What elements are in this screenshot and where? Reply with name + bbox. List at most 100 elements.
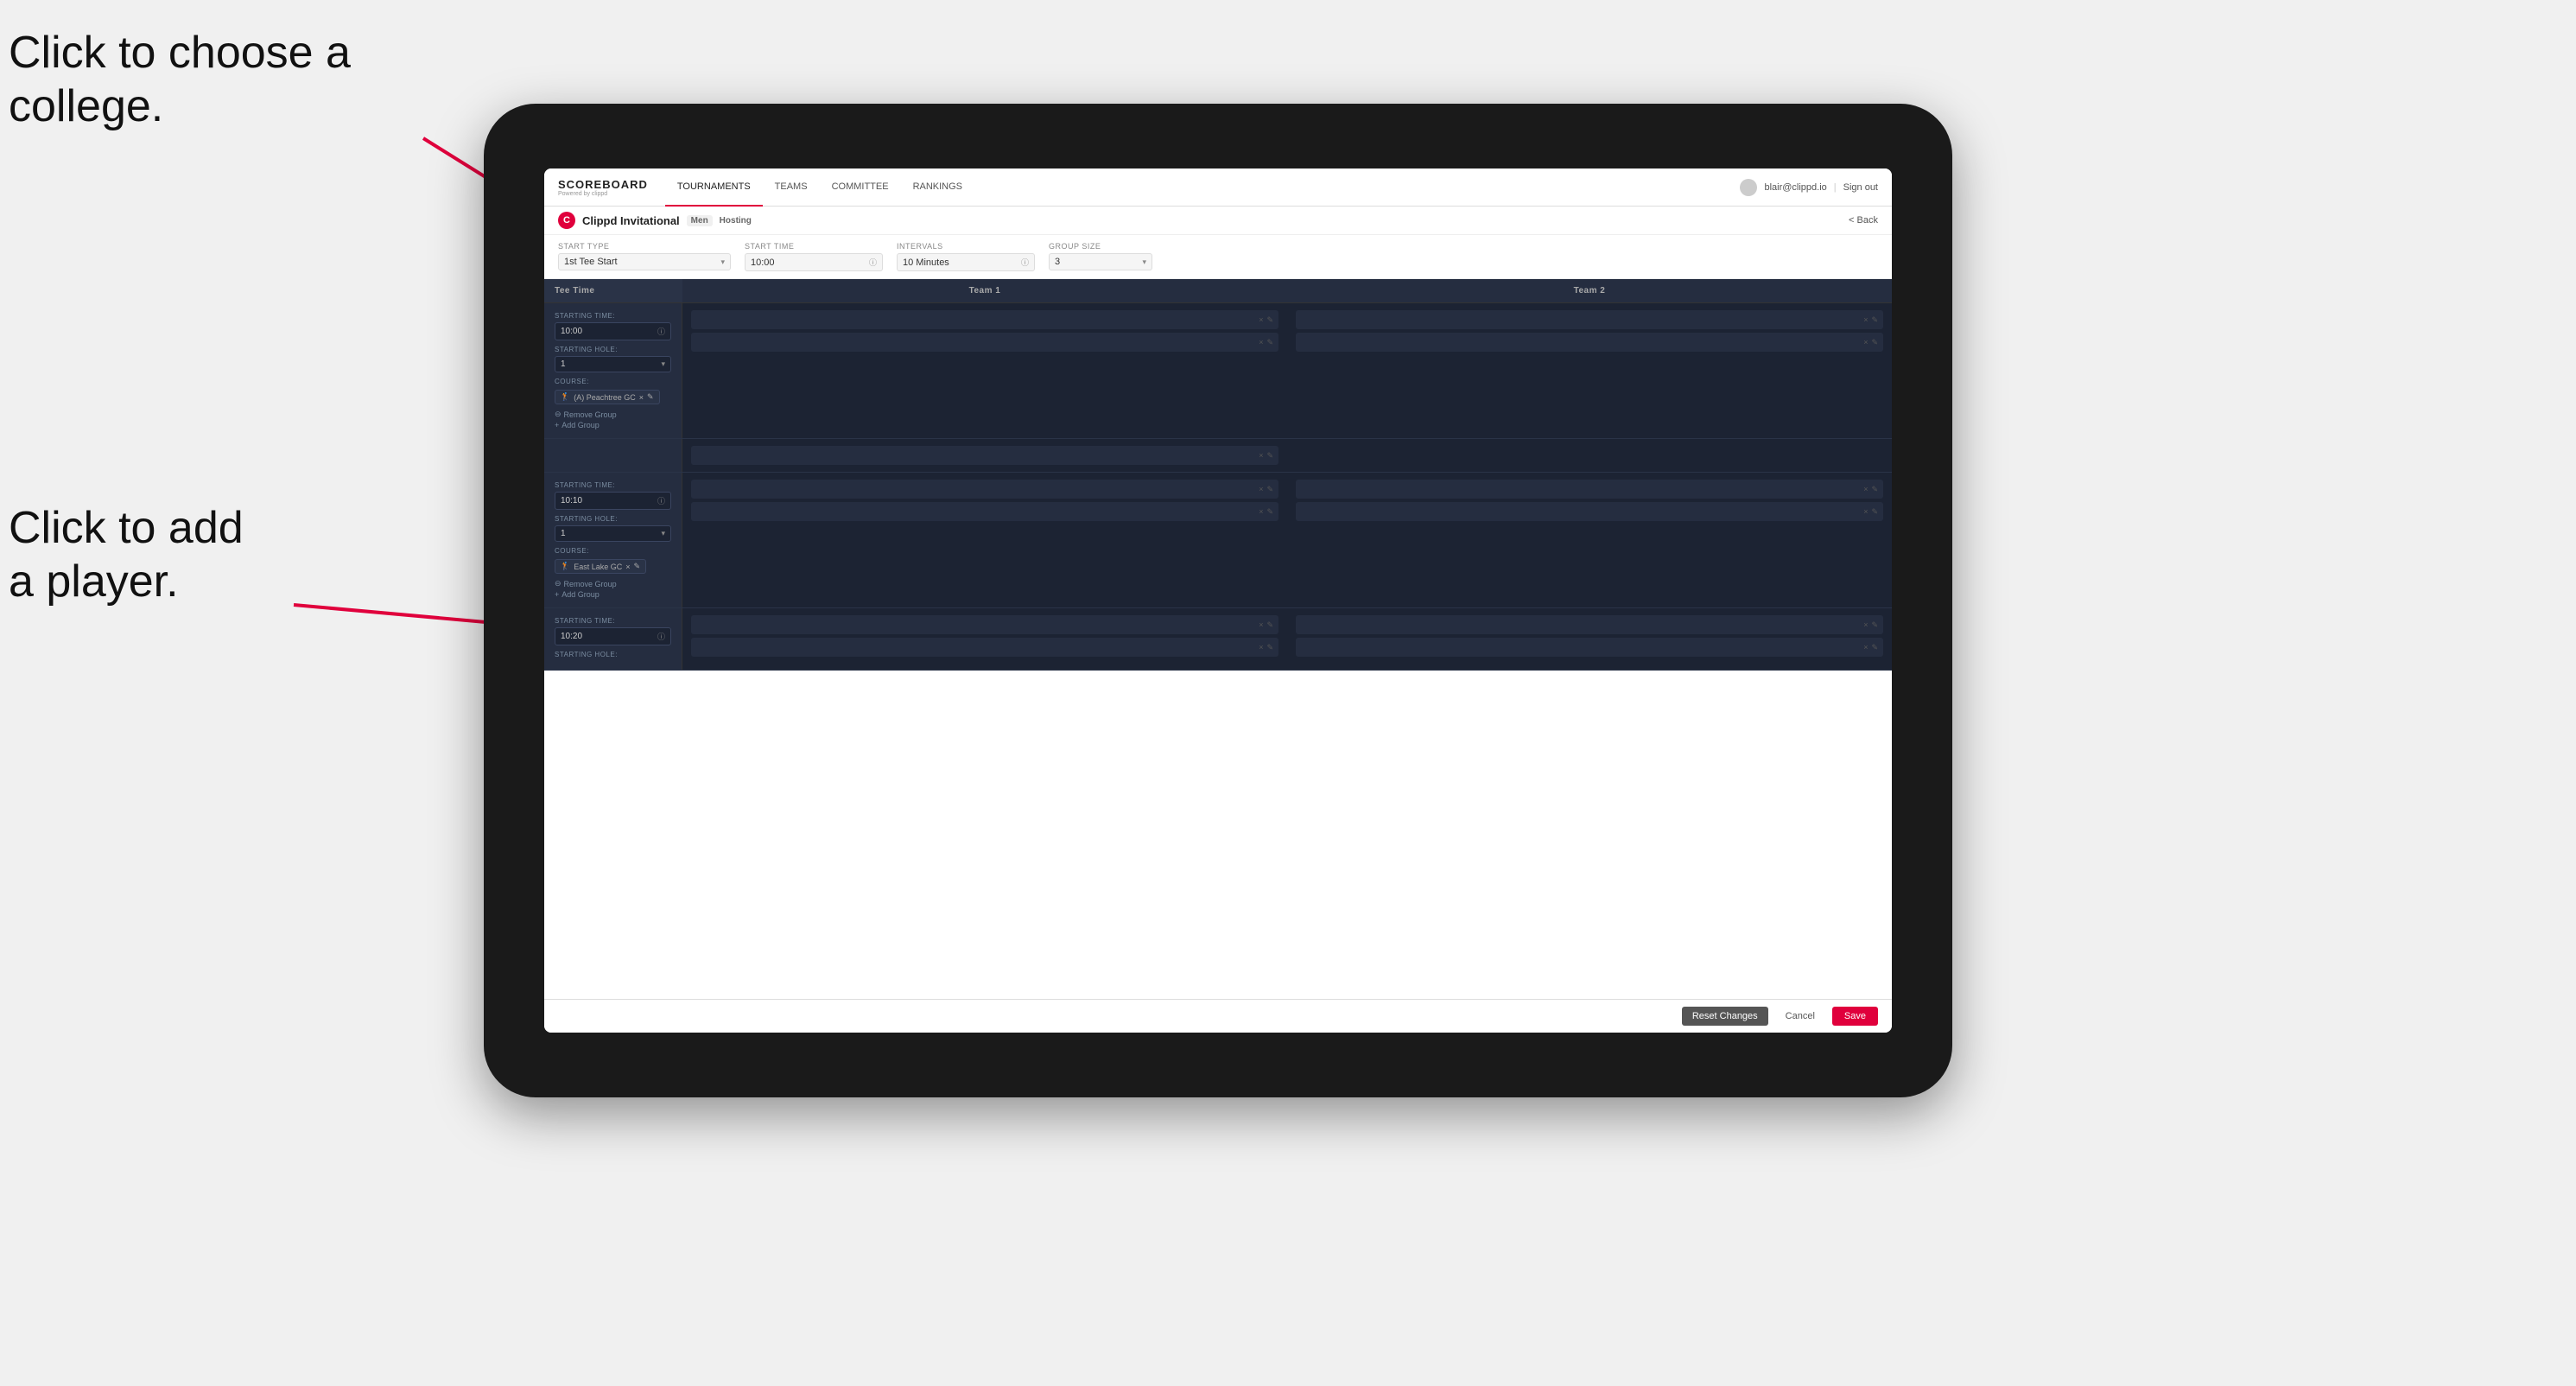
player-edit-icon-8[interactable]: ✎: [1871, 507, 1878, 517]
scroll-content[interactable]: STARTING TIME: 10:00 ⓘ STARTING HOLE: 1 …: [544, 303, 1892, 1012]
back-button[interactable]: < Back: [1849, 215, 1878, 226]
player-x-icon-7[interactable]: ×: [1863, 485, 1868, 493]
start-type-label: Start Type: [558, 242, 731, 251]
add-group-2[interactable]: + Add Group: [555, 590, 671, 599]
course-label-2: COURSE:: [555, 547, 671, 555]
tee-left-1: STARTING TIME: 10:00 ⓘ STARTING HOLE: 1 …: [544, 303, 682, 438]
table-header: Tee Time Team 1 Team 2: [544, 279, 1892, 303]
player-row-3-1[interactable]: × ✎: [691, 480, 1278, 499]
player-edit-icon-10[interactable]: ✎: [1266, 643, 1273, 652]
cancel-button[interactable]: Cancel: [1775, 1007, 1825, 1026]
player-row-1-1[interactable]: × ✎: [691, 310, 1278, 329]
player-x-icon-11[interactable]: ×: [1863, 620, 1868, 629]
player-x-icon-10[interactable]: ×: [1259, 643, 1263, 652]
intervals-group: Intervals 10 Minutes ⓘ: [897, 242, 1035, 271]
chevron-down-icon: ▾: [720, 257, 725, 267]
player-edit-icon-9[interactable]: ✎: [1266, 620, 1273, 630]
player-edit-icon-5[interactable]: ✎: [1266, 485, 1273, 494]
starting-hole-label-1: STARTING HOLE:: [555, 346, 671, 353]
course-tag-2[interactable]: 🏌 East Lake GC × ✎: [555, 559, 646, 574]
logo-scoreboard: SCOREBOARD: [558, 178, 648, 191]
nav-committee[interactable]: COMMITTEE: [820, 168, 901, 207]
player-edit-icon-11[interactable]: ✎: [1871, 620, 1878, 630]
nav-tournaments[interactable]: TOURNAMENTS: [665, 168, 763, 207]
player-x-icon[interactable]: ×: [1259, 315, 1263, 324]
starting-hole-input-1[interactable]: 1 ▾: [555, 356, 671, 372]
info-icon: ⓘ: [869, 257, 877, 268]
time-info-icon-3: ⓘ: [657, 631, 665, 642]
tee-right-team2-3: × ✎ × ✎: [1287, 608, 1892, 670]
starting-hole-input-2[interactable]: 1 ▾: [555, 525, 671, 542]
course-player-row-1[interactable]: × ✎: [691, 446, 1278, 465]
start-type-group: Start Type 1st Tee Start ▾: [558, 242, 731, 271]
tee-right-course-1: × ✎: [682, 439, 1287, 472]
player-row-2-1[interactable]: × ✎: [1296, 310, 1883, 329]
start-time-label: Start Time: [745, 242, 883, 251]
tee-right-team1-1: × ✎ × ✎: [682, 303, 1287, 438]
player-x-icon-4[interactable]: ×: [1863, 338, 1868, 346]
sign-out-link[interactable]: Sign out: [1843, 182, 1878, 193]
annotation-player: Click to adda player.: [9, 501, 244, 609]
player-x-icon-5[interactable]: ×: [1259, 485, 1263, 493]
annotation-college: Click to choose acollege.: [9, 26, 351, 134]
player-row-3-2[interactable]: × ✎: [691, 502, 1278, 521]
player-row-6-1[interactable]: × ✎: [1296, 615, 1883, 634]
sub-header: C Clippd Invitational Men Hosting < Back: [544, 207, 1892, 235]
tablet-frame: SCOREBOARD Powered by clippd TOURNAMENTS…: [484, 104, 1952, 1097]
group-size-select[interactable]: 3 ▾: [1049, 253, 1152, 270]
c-logo: C: [558, 212, 575, 229]
starting-time-input-2[interactable]: 10:10 ⓘ: [555, 492, 671, 510]
player-x-icon-3[interactable]: ×: [1863, 315, 1868, 324]
player-row-5-2[interactable]: × ✎: [691, 638, 1278, 657]
intervals-select[interactable]: 10 Minutes ⓘ: [897, 253, 1035, 271]
form-row: Start Type 1st Tee Start ▾ Start Time 10…: [544, 235, 1892, 279]
course-tag-1[interactable]: 🏌 (A) Peachtree GC × ✎: [555, 390, 660, 404]
start-time-group: Start Time 10:00 ⓘ: [745, 242, 883, 271]
nav-links: TOURNAMENTS TEAMS COMMITTEE RANKINGS: [665, 168, 1741, 207]
player-edit-icon-2[interactable]: ✎: [1266, 338, 1273, 347]
player-edit-icon[interactable]: ✎: [1266, 315, 1273, 325]
player-row-4-1[interactable]: × ✎: [1296, 480, 1883, 499]
starting-time-label-2: STARTING TIME:: [555, 481, 671, 489]
course-remove-2[interactable]: ×: [625, 563, 630, 571]
starting-time-label-1: STARTING TIME:: [555, 312, 671, 320]
player-x-icon-6[interactable]: ×: [1259, 507, 1263, 516]
player-x-icon-9[interactable]: ×: [1259, 620, 1263, 629]
player-row-5-1[interactable]: × ✎: [691, 615, 1278, 634]
logo-sub: Powered by clippd: [558, 191, 648, 197]
course-x-icon-1[interactable]: ×: [1259, 451, 1263, 460]
remove-group-1[interactable]: ⊖ Remove Group: [555, 410, 671, 419]
course-edit-1[interactable]: ✎: [647, 392, 654, 402]
player-edit-icon-3[interactable]: ✎: [1871, 315, 1878, 325]
course-edit-2[interactable]: ✎: [634, 562, 641, 571]
player-row-1-2[interactable]: × ✎: [691, 333, 1278, 352]
remove-group-2[interactable]: ⊖ Remove Group: [555, 579, 671, 588]
reset-button[interactable]: Reset Changes: [1682, 1007, 1768, 1026]
player-edit-icon-4[interactable]: ✎: [1871, 338, 1878, 347]
group-size-group: Group Size 3 ▾: [1049, 242, 1152, 271]
player-x-icon-8[interactable]: ×: [1863, 507, 1868, 516]
player-row-4-2[interactable]: × ✎: [1296, 502, 1883, 521]
chevron-down-icon-2: ▾: [1142, 257, 1146, 267]
add-group-1[interactable]: + Add Group: [555, 421, 671, 429]
nav-teams[interactable]: TEAMS: [763, 168, 820, 207]
starting-time-input-1[interactable]: 10:00 ⓘ: [555, 322, 671, 340]
start-type-select[interactable]: 1st Tee Start ▾: [558, 253, 731, 270]
player-x-icon-12[interactable]: ×: [1863, 643, 1868, 652]
player-edit-icon-12[interactable]: ✎: [1871, 643, 1878, 652]
time-info-icon-2: ⓘ: [657, 495, 665, 506]
player-row-6-2[interactable]: × ✎: [1296, 638, 1883, 657]
course-edit-icon-1[interactable]: ✎: [1266, 451, 1273, 461]
player-edit-icon-6[interactable]: ✎: [1266, 507, 1273, 517]
bottom-bar: Reset Changes Cancel Save: [544, 999, 1892, 1033]
tee-right-team2-1: × ✎ × ✎: [1287, 303, 1892, 438]
time-info-icon-1: ⓘ: [657, 326, 665, 337]
player-edit-icon-7[interactable]: ✎: [1871, 485, 1878, 494]
course-remove-1[interactable]: ×: [639, 393, 644, 402]
player-row-2-2[interactable]: × ✎: [1296, 333, 1883, 352]
nav-rankings[interactable]: RANKINGS: [901, 168, 974, 207]
starting-time-input-3[interactable]: 10:20 ⓘ: [555, 627, 671, 645]
player-x-icon-2[interactable]: ×: [1259, 338, 1263, 346]
save-button[interactable]: Save: [1832, 1007, 1878, 1026]
start-time-input[interactable]: 10:00 ⓘ: [745, 253, 883, 271]
